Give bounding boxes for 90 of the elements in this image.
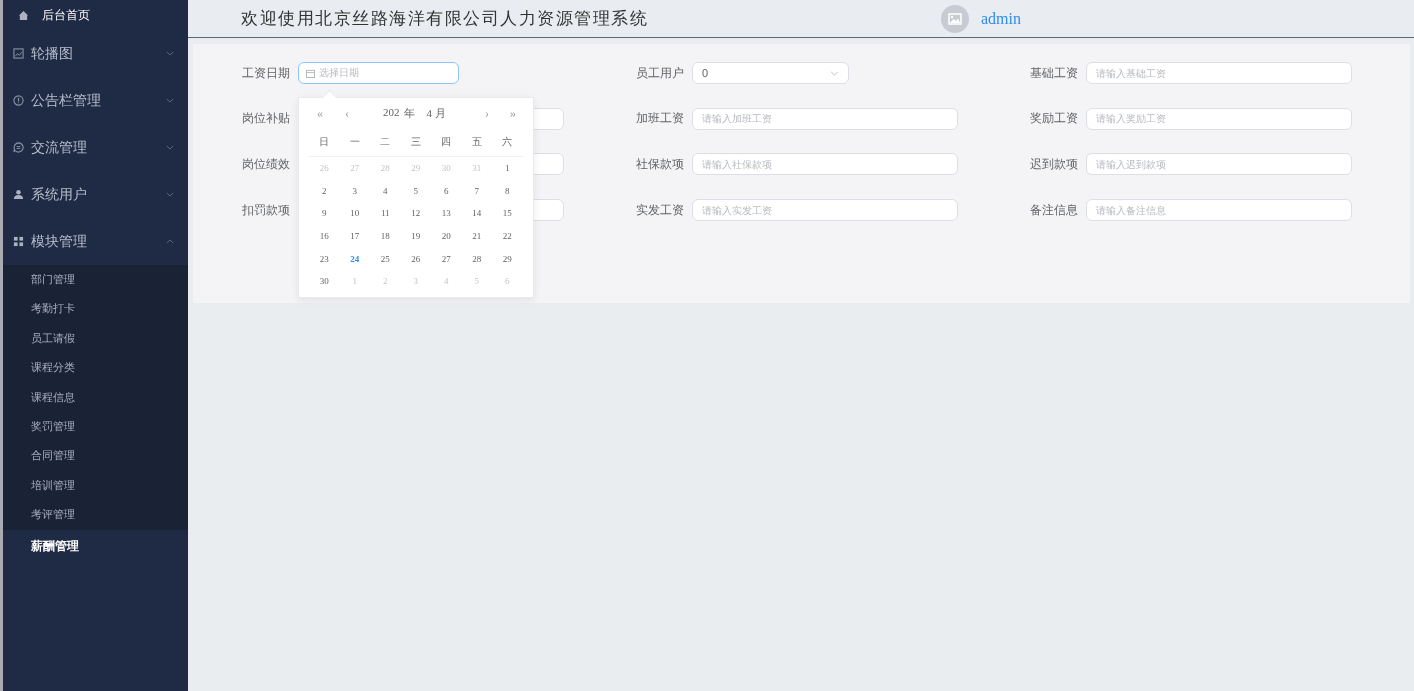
field-label: 加班工资 [636, 110, 684, 128]
input-field[interactable]: 请输入备注信息 [1086, 199, 1352, 222]
calendar-day[interactable]: 18 [380, 231, 390, 242]
calendar-day[interactable]: 16 [319, 231, 329, 242]
field-label: 基础工资 [1030, 64, 1078, 82]
input-field[interactable]: 请输入迟到款项 [1086, 153, 1352, 176]
chevron-up-icon [166, 239, 174, 244]
submenu-item[interactable]: 部门管理 [3, 265, 188, 295]
field-label: 奖励工资 [1030, 110, 1078, 128]
calendar-day[interactable]: 15 [502, 208, 512, 219]
weekday-label: 一 [349, 135, 360, 149]
submenu-item[interactable]: 员工请假 [3, 323, 188, 354]
calendar-day[interactable]: 21 [472, 231, 482, 242]
calendar-day[interactable]: 22 [502, 231, 512, 242]
calendar-day[interactable]: 11 [380, 208, 390, 219]
calendar-day[interactable]: 19 [411, 231, 421, 242]
calendar-day[interactable]: 13 [441, 208, 451, 219]
image-icon [13, 48, 24, 59]
field-label: 岗位补贴 [242, 110, 290, 128]
field-label: 实发工资 [636, 201, 684, 219]
chevron-down-icon [166, 145, 174, 150]
page-title: 欢迎使用北京丝路海洋有限公司人力资源管理系统 [241, 8, 649, 30]
calendar-day[interactable]: 1 [505, 163, 510, 174]
chevron-down-icon [166, 51, 174, 56]
calendar-day[interactable]: 5 [413, 185, 418, 196]
menu-group[interactable]: 系统用户 [3, 171, 188, 218]
menu-group[interactable]: 公告栏管理 [3, 77, 188, 124]
weekday-label: 六 [502, 135, 513, 149]
input-field[interactable]: 请输入实发工资 [692, 199, 958, 222]
submenu-item[interactable]: 合同管理 [3, 441, 188, 471]
calendar-day[interactable]: 25 [380, 253, 390, 264]
calendar-day[interactable]: 4 [383, 185, 388, 196]
home-icon [18, 9, 29, 21]
field-label: 工资日期 [242, 64, 290, 82]
calendar-day[interactable]: 20 [441, 231, 451, 242]
submenu-item[interactable]: 奖罚管理 [3, 411, 188, 442]
calendar-day[interactable]: 30 [319, 276, 329, 287]
year-label[interactable]: 202 [383, 105, 400, 121]
calendar-day[interactable]: 27 [441, 253, 451, 264]
weekday-label: 四 [441, 135, 452, 149]
menu-group[interactable]: 交流管理 [3, 124, 188, 171]
year-unit: 年 [403, 105, 415, 121]
submenu-item[interactable]: 考勤打卡 [3, 294, 188, 324]
submenu-item[interactable]: 课程信息 [3, 382, 188, 412]
field-label: 岗位绩效 [242, 155, 290, 173]
submenu-item[interactable]: 考评管理 [3, 500, 188, 530]
menu-group[interactable]: 轮播图 [3, 30, 188, 77]
field-label: 扣罚款项 [242, 201, 290, 219]
calendar-day[interactable]: 26 [411, 253, 421, 264]
weekday-label: 日 [319, 135, 330, 149]
field-label: 员工用户 [636, 64, 684, 82]
calendar-day[interactable]: 7 [474, 185, 479, 196]
chevron-down-icon [166, 98, 174, 103]
calendar-day[interactable]: 9 [322, 208, 327, 219]
weekday-label: 二 [380, 135, 391, 149]
chevron-down-icon [830, 70, 839, 76]
submenu-item[interactable]: 课程分类 [3, 353, 188, 383]
input-field[interactable]: 请输入社保款项 [692, 153, 958, 176]
calendar-day[interactable]: 6 [444, 185, 449, 196]
home-menu-item[interactable]: 后台首页 [3, 0, 188, 30]
month-label[interactable]: 4 月 [426, 105, 446, 121]
chevron-down-icon [166, 192, 174, 197]
calendar-day[interactable]: 8 [505, 185, 510, 196]
field-label: 社保款项 [636, 155, 684, 173]
menu-group[interactable]: 模块管理 [3, 218, 188, 265]
submenu-item[interactable]: 薪酬管理 [3, 529, 188, 562]
calendar-day[interactable]: 3 [352, 185, 357, 196]
input-field[interactable]: 请输入基础工资 [1086, 62, 1352, 84]
calendar-day[interactable]: 23 [319, 253, 329, 264]
calendar-day[interactable]: 2 [322, 185, 327, 196]
calendar-day[interactable]: 29 [502, 253, 512, 264]
calendar-day[interactable]: 14 [472, 208, 482, 219]
weekday-label: 三 [410, 135, 421, 149]
submenu-item[interactable]: 培训管理 [3, 470, 188, 501]
avatar-icon [941, 4, 969, 33]
field-label: 迟到款项 [1030, 155, 1078, 173]
chat-icon [13, 142, 24, 153]
calendar-day[interactable]: 17 [350, 231, 360, 242]
grid-icon [13, 236, 24, 247]
calendar-day[interactable]: 28 [472, 253, 482, 264]
weekday-label: 五 [471, 135, 482, 149]
input-field[interactable]: 请输入奖励工资 [1086, 107, 1352, 130]
alert-icon [13, 95, 24, 106]
field-label: 备注信息 [1030, 201, 1078, 219]
calendar-icon [306, 68, 315, 78]
user-icon [13, 189, 24, 200]
select-field[interactable]: 0 [692, 62, 849, 84]
calendar-day[interactable]: 12 [411, 208, 421, 219]
calendar-day[interactable]: 10 [350, 208, 360, 219]
input-field[interactable]: 请输入加班工资 [692, 107, 958, 130]
